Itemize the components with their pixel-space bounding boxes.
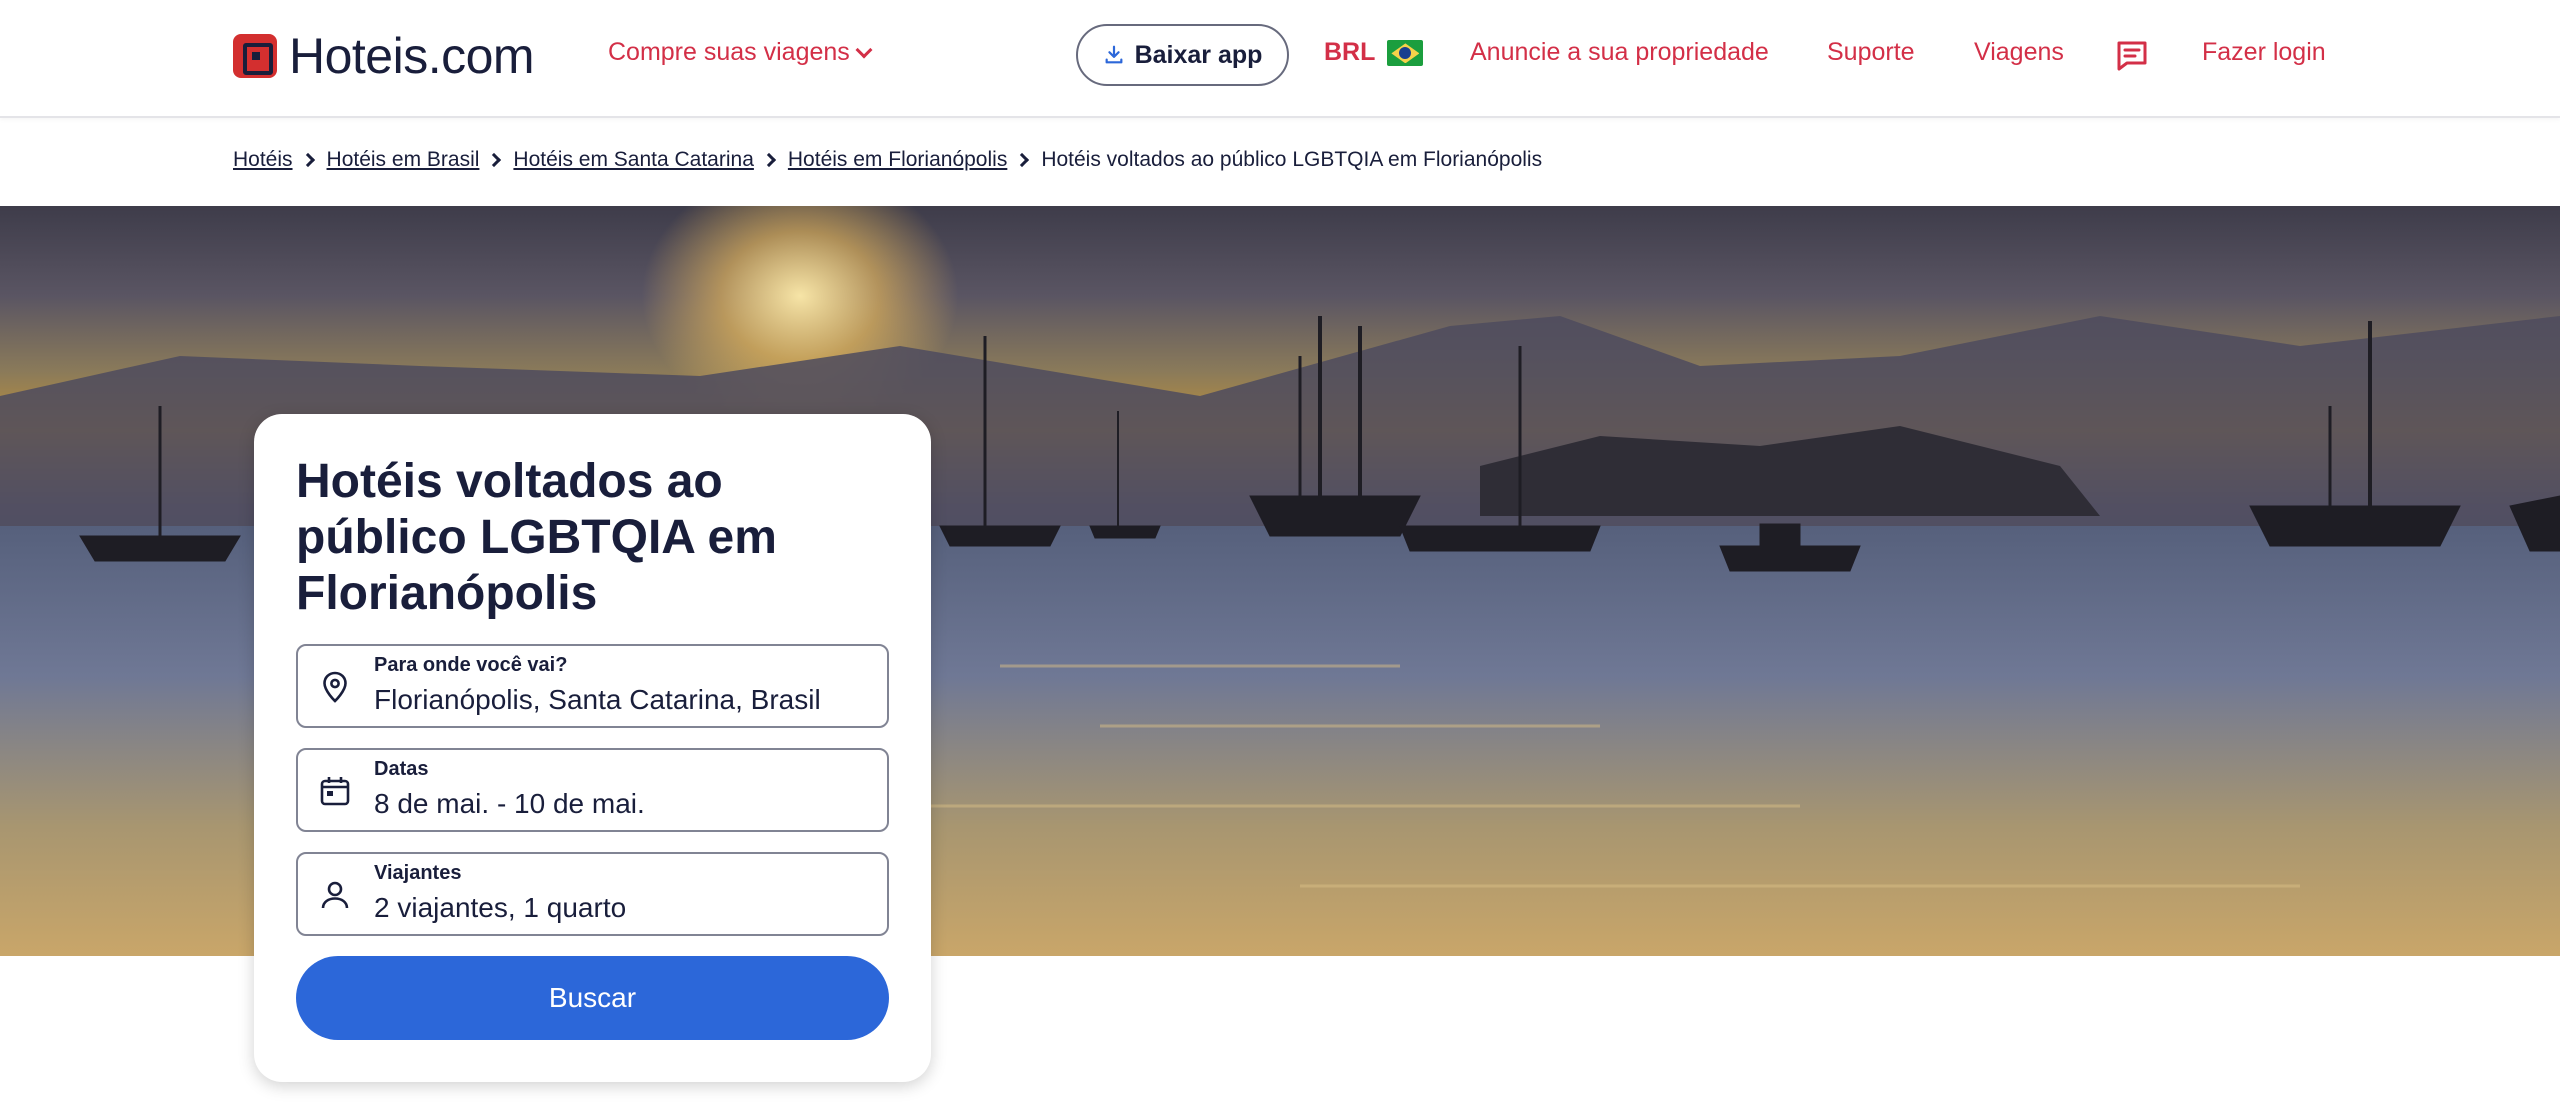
- destination-field[interactable]: Para onde você vai? Florianópolis, Santa…: [296, 644, 889, 728]
- currency-label: BRL: [1324, 38, 1376, 66]
- brazil-flag-icon: [1387, 40, 1424, 67]
- search-button[interactable]: Buscar: [296, 956, 889, 1040]
- person-icon: [318, 878, 352, 912]
- page-title: Hotéis voltados ao público LGBTQIA em Fl…: [296, 455, 777, 620]
- brand-logo[interactable]: Hoteis.com: [233, 28, 535, 84]
- breadcrumb-current: Hotéis voltados ao público LGBTQIA em Fl…: [1041, 148, 1543, 171]
- download-app-label: Baixar app: [1134, 40, 1263, 69]
- breadcrumb-santa-catarina[interactable]: Hotéis em Santa Catarina: [513, 148, 753, 172]
- location-pin-icon: [318, 670, 352, 704]
- chevron-right-icon: [761, 152, 776, 168]
- support-link[interactable]: Suporte: [1827, 38, 1915, 67]
- chat-icon[interactable]: [2114, 38, 2150, 74]
- breadcrumb-brazil[interactable]: Hotéis em Brasil: [327, 148, 480, 172]
- search-card: Hotéis voltados ao público LGBTQIA em Fl…: [254, 414, 931, 1082]
- site-header: Hoteis.com Compre suas viagens Baixar ap…: [0, 0, 2560, 118]
- breadcrumb-florianopolis[interactable]: Hotéis em Florianópolis: [788, 148, 1007, 172]
- travelers-label: Viajantes: [374, 862, 462, 884]
- breadcrumb: Hotéis Hotéis em Brasil Hotéis em Santa …: [233, 148, 1542, 172]
- breadcrumb-hotels[interactable]: Hotéis: [233, 148, 293, 172]
- travelers-value: 2 viajantes, 1 quarto: [374, 892, 627, 923]
- download-app-button[interactable]: Baixar app: [1076, 24, 1289, 86]
- travelers-field[interactable]: Viajantes 2 viajantes, 1 quarto: [296, 852, 889, 936]
- chevron-down-icon: [855, 41, 873, 58]
- logo-text: Hoteis.com: [289, 28, 535, 84]
- shop-travel-menu[interactable]: Compre suas viagens: [608, 38, 873, 67]
- dates-label: Datas: [374, 758, 429, 780]
- calendar-icon: [318, 774, 352, 808]
- login-link[interactable]: Fazer login: [2202, 38, 2326, 67]
- trips-link[interactable]: Viagens: [1974, 38, 2064, 67]
- dates-value: 8 de mai. - 10 de mai.: [374, 788, 645, 819]
- currency-selector[interactable]: BRL: [1324, 38, 1424, 67]
- destination-label: Para onde você vai?: [374, 654, 568, 676]
- dates-field[interactable]: Datas 8 de mai. - 10 de mai.: [296, 748, 889, 832]
- chevron-right-icon: [300, 152, 315, 168]
- download-icon: [1103, 44, 1125, 66]
- chevron-right-icon: [487, 152, 502, 168]
- list-property-link[interactable]: Anuncie a sua propriedade: [1470, 38, 1769, 67]
- hotel-logo-icon: [233, 34, 277, 78]
- shop-travel-label: Compre suas viagens: [608, 38, 850, 66]
- chevron-right-icon: [1015, 152, 1030, 168]
- destination-value: Florianópolis, Santa Catarina, Brasil: [374, 684, 821, 715]
